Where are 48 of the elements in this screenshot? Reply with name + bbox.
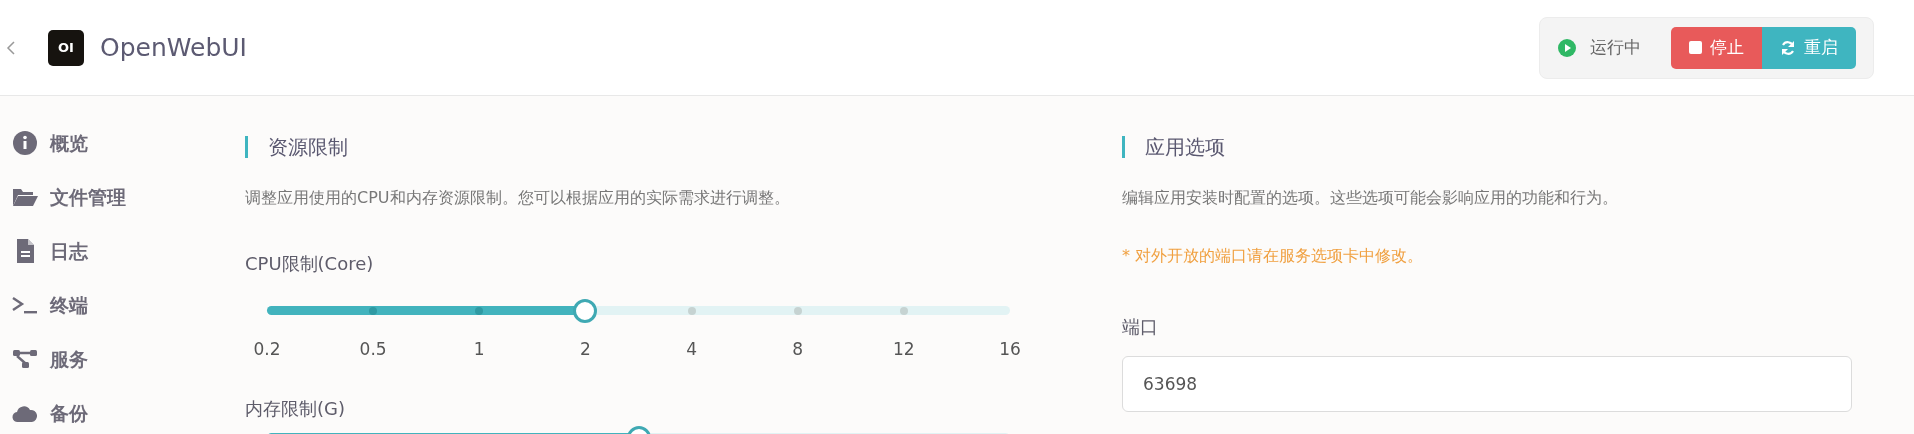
note-text: * 对外开放的端口请在服务选项卡中修改。 [1122, 245, 1425, 267]
section-title: 应用选项 [1122, 136, 1852, 158]
tick-mark [369, 307, 378, 315]
tick-label: 0.2 [253, 338, 281, 361]
tick-label: 12 [893, 338, 915, 361]
section-title: 资源限制 [245, 136, 1030, 158]
sidebar-item[interactable]: 服务 [12, 332, 200, 386]
tick-label: 0.5 [359, 338, 387, 361]
sidebar-item[interactable]: 备份 [12, 386, 200, 434]
tick-label: 2 [580, 338, 591, 361]
slider-label: CPU限制(Core) [245, 252, 375, 276]
terminal-icon [12, 295, 38, 315]
stop-icon [1689, 41, 1702, 54]
tick-label: 8 [792, 338, 804, 361]
sidebar-label: 文件管理 [50, 184, 126, 210]
status-text: 运行中 [1590, 35, 1641, 59]
tick-mark [793, 307, 802, 315]
sidebar-label: 日志 [50, 238, 88, 264]
refresh-icon [1780, 39, 1796, 56]
sidebar-item[interactable]: 日志 [12, 224, 200, 278]
play-icon [1558, 38, 1576, 57]
sidebar-label: 概览 [50, 130, 88, 156]
section-description: 编辑应用安装时配置的选项。这些选项可能会影响应用的功能和行为。 [1122, 187, 1619, 209]
tick-mark [899, 307, 908, 315]
sidebar-label: 备份 [50, 400, 88, 426]
sidebar-item[interactable]: 终端 [12, 278, 200, 332]
back-icon[interactable] [6, 39, 16, 56]
info-icon [12, 130, 38, 156]
slider-handle[interactable] [573, 299, 598, 323]
tick-label: 4 [686, 338, 697, 361]
field-label: 端口 [1122, 315, 1159, 339]
app-title: OpenWebUI [100, 31, 247, 64]
nodes-icon [12, 348, 38, 370]
tick-label: 16 [999, 338, 1021, 361]
app-logo: OI [48, 29, 84, 66]
tick-label: 1 [473, 338, 485, 361]
slider-label: 内存限制(G) [245, 397, 346, 421]
folder-icon [12, 186, 38, 208]
tick-mark [687, 307, 696, 315]
sidebar-label: 服务 [50, 346, 88, 372]
section-description: 调整应用使用的CPU和内存资源限制。您可以根据应用的实际需求进行调整。 [245, 187, 791, 209]
input-field[interactable]: 63698 [1122, 356, 1852, 412]
sidebar-item[interactable]: 概览 [12, 116, 200, 170]
sidebar-item[interactable]: 文件管理 [12, 170, 200, 224]
cloud-icon [12, 403, 38, 423]
sidebar-label: 终端 [50, 292, 88, 318]
tick-mark [475, 307, 484, 315]
stop-button[interactable]: 停止 [1671, 26, 1762, 69]
